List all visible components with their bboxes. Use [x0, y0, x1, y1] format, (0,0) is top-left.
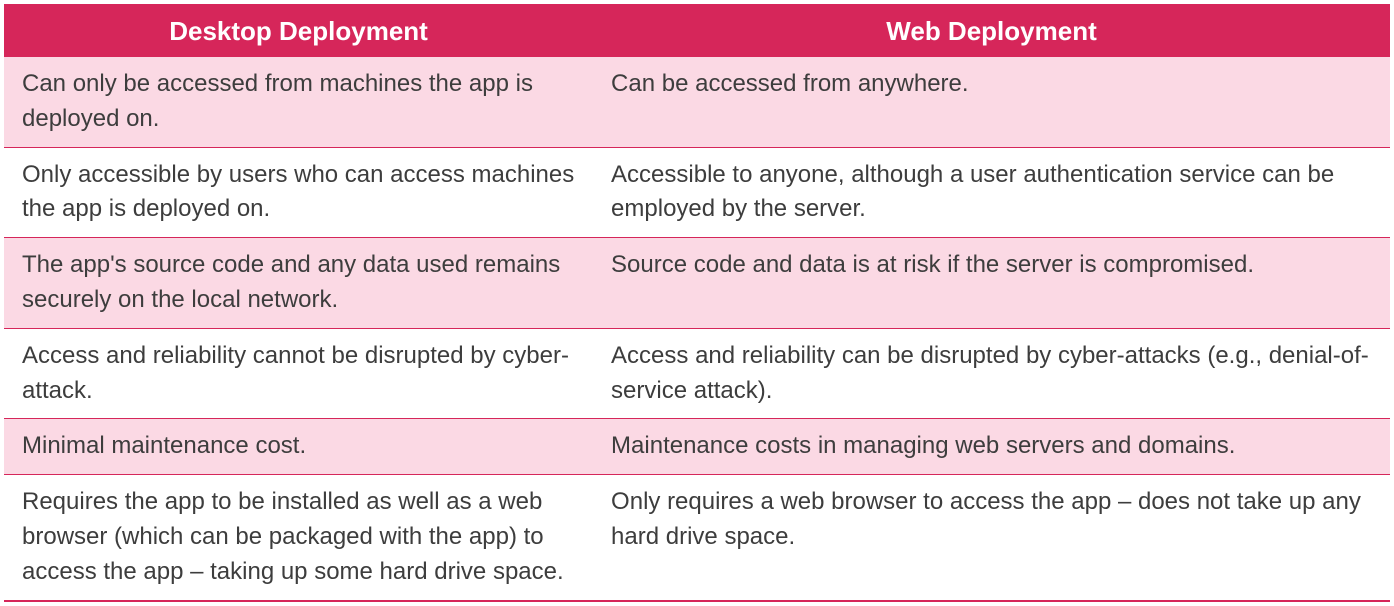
table-row: Requires the app to be installed as well…: [4, 475, 1390, 601]
cell-web: Maintenance costs in managing web server…: [593, 419, 1390, 475]
cell-web: Source code and data is at risk if the s…: [593, 238, 1390, 329]
cell-desktop: Can only be accessed from machines the a…: [4, 57, 593, 147]
header-web-deployment: Web Deployment: [593, 5, 1390, 57]
table-row: Only accessible by users who can access …: [4, 147, 1390, 238]
table-row: Minimal maintenance cost. Maintenance co…: [4, 419, 1390, 475]
table-row: Access and reliability cannot be disrupt…: [4, 328, 1390, 419]
table-row: Can only be accessed from machines the a…: [4, 57, 1390, 147]
cell-web: Can be accessed from anywhere.: [593, 57, 1390, 147]
cell-web: Accessible to anyone, although a user au…: [593, 147, 1390, 238]
cell-desktop: Minimal maintenance cost.: [4, 419, 593, 475]
cell-web: Access and reliability can be disrupted …: [593, 328, 1390, 419]
cell-desktop: Only accessible by users who can access …: [4, 147, 593, 238]
table-row: The app's source code and any data used …: [4, 238, 1390, 329]
cell-desktop: The app's source code and any data used …: [4, 238, 593, 329]
table-header-row: Desktop Deployment Web Deployment: [4, 5, 1390, 57]
cell-web: Only requires a web browser to access th…: [593, 475, 1390, 601]
cell-desktop: Access and reliability cannot be disrupt…: [4, 328, 593, 419]
header-desktop-deployment: Desktop Deployment: [4, 5, 593, 57]
comparison-table: Desktop Deployment Web Deployment Can on…: [4, 4, 1390, 602]
cell-desktop: Requires the app to be installed as well…: [4, 475, 593, 601]
